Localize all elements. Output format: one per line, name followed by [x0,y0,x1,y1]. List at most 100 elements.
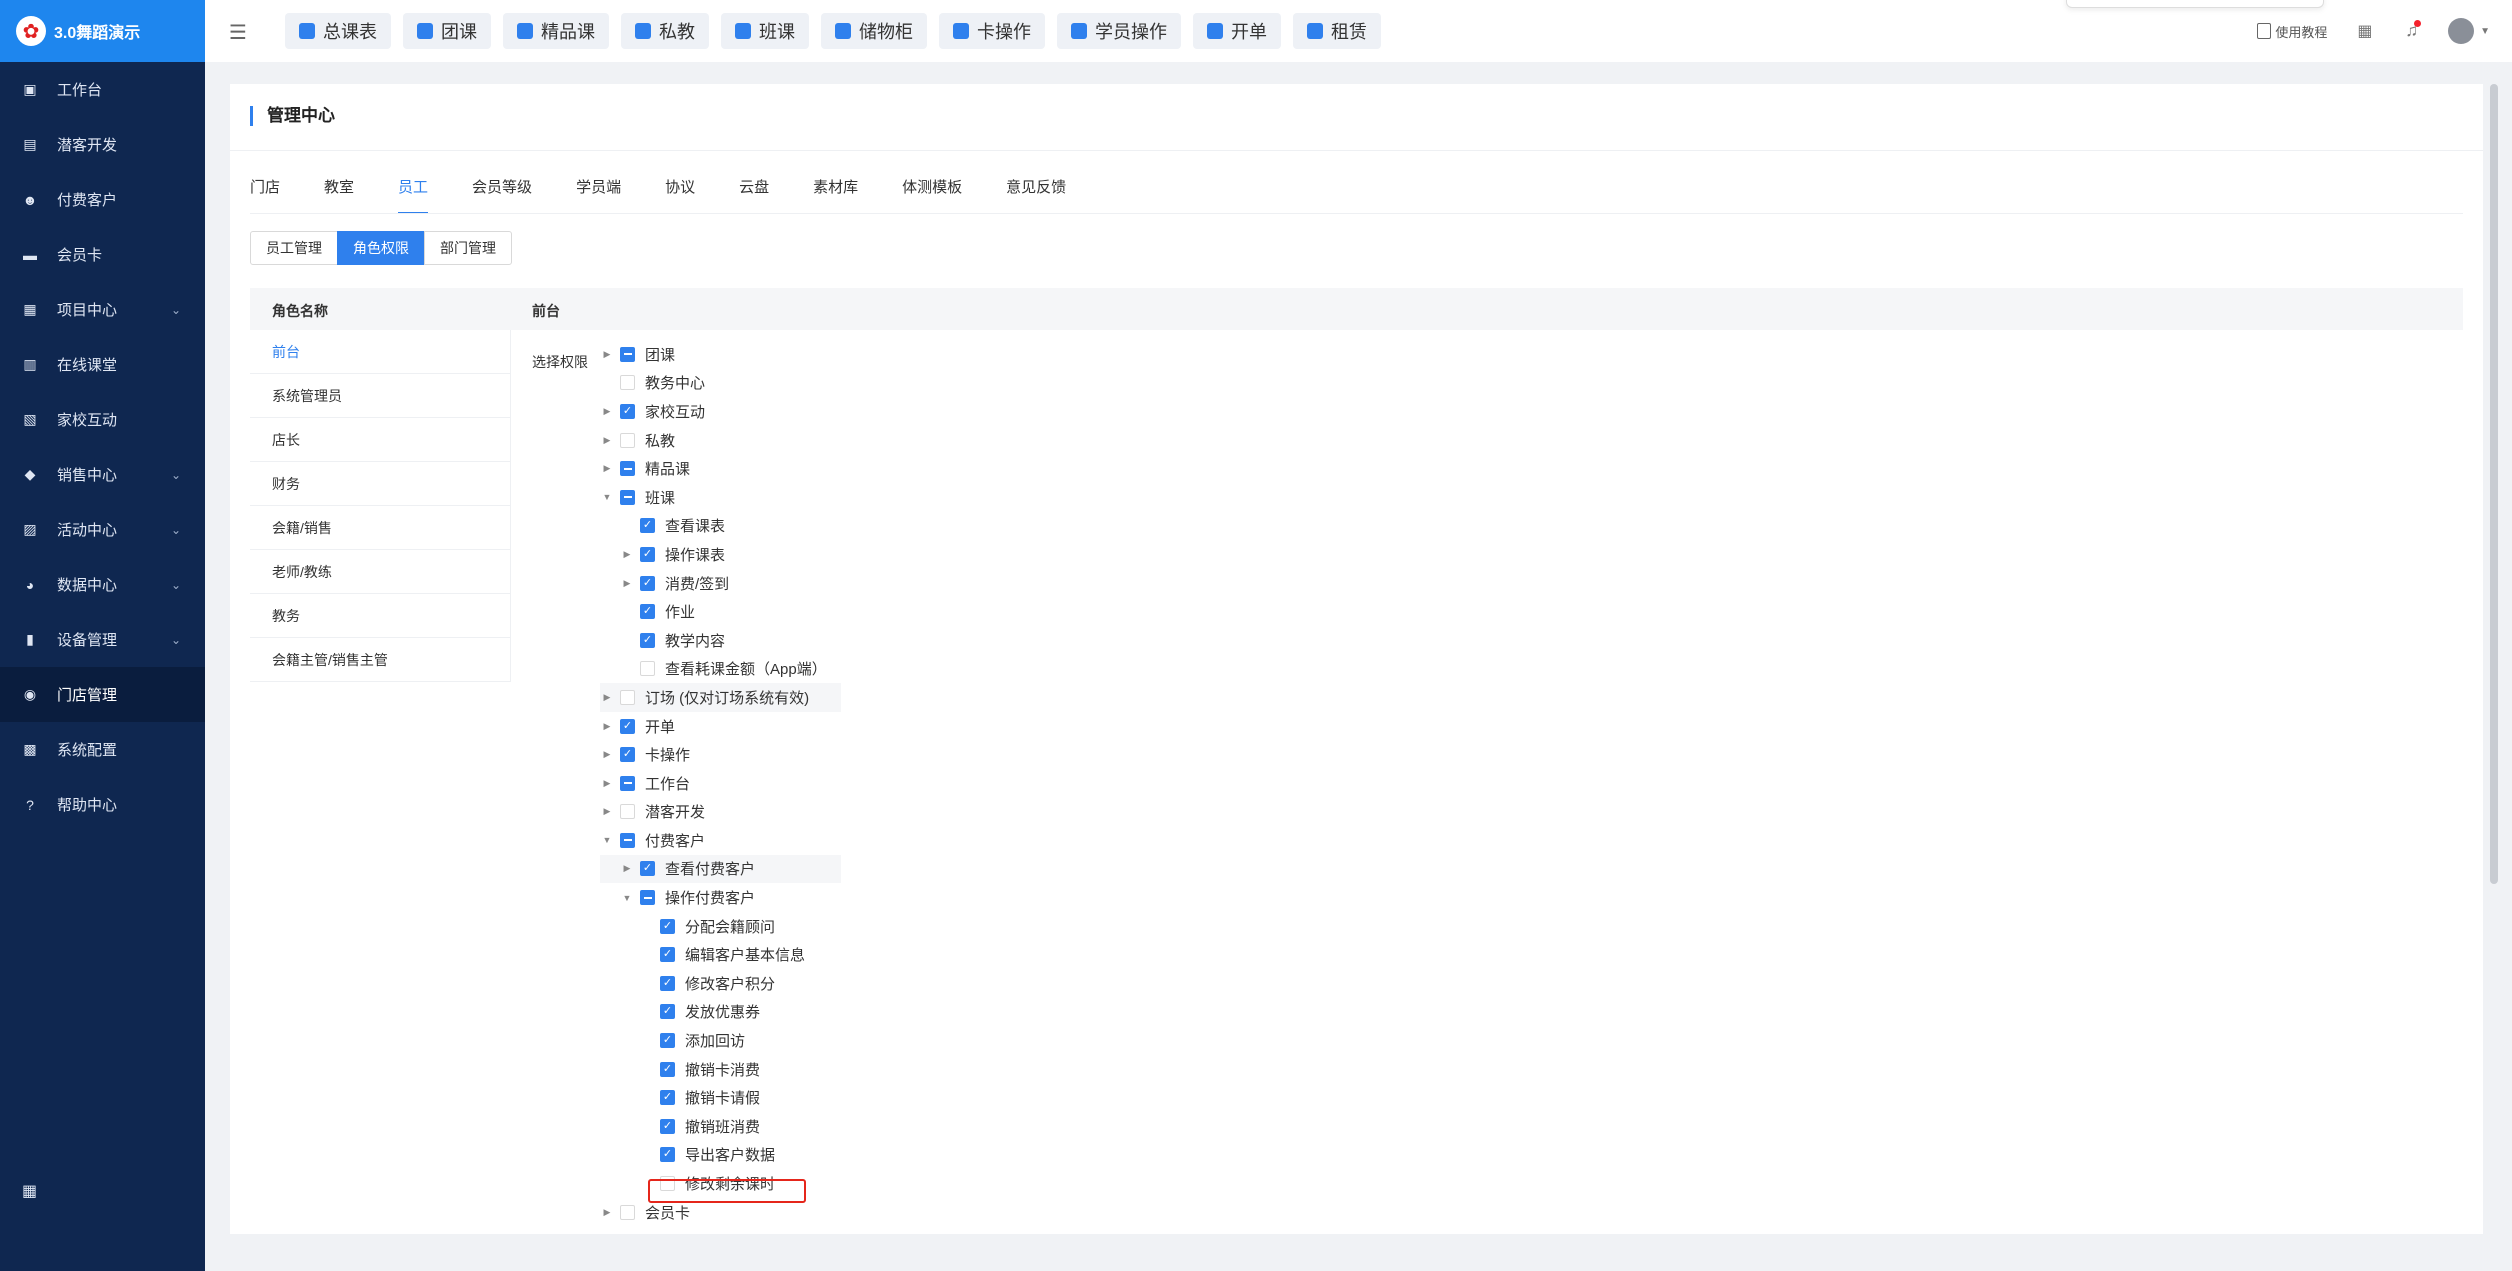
sidebar-item[interactable]: ▥ 在线课堂 [0,337,205,392]
permission-node[interactable]: ✓ 撤销班消费 [600,1112,841,1141]
caret-right-icon[interactable]: ▶ [600,1207,614,1218]
role-item[interactable]: 店长 [250,418,510,462]
permission-node[interactable]: ▶ 精品课 [600,454,841,483]
permission-node[interactable]: ✓ 编辑客户基本信息 [600,940,841,969]
caret-right-icon[interactable]: ▶ [600,806,614,817]
tab-item[interactable]: 体测模板 [902,176,962,214]
tab-item[interactable]: 素材库 [813,176,858,214]
permission-checkbox[interactable]: ✓ [660,1033,675,1049]
permission-checkbox[interactable]: ✓ [640,604,655,620]
sidebar-item[interactable]: ▧ 家校互动 [0,392,205,447]
permission-node[interactable]: ✓ 导出客户数据 [600,1141,841,1170]
sidebar-item[interactable]: ▬ 会员卡 [0,227,205,282]
caret-right-icon[interactable]: ▶ [620,578,634,589]
permission-checkbox[interactable]: ✓ [640,575,655,591]
caret-down-icon[interactable]: ▼ [620,893,634,903]
quick-action-button[interactable]: 班课 [721,13,809,49]
permission-checkbox[interactable]: ✓ [660,1118,675,1134]
tab-item[interactable]: 教室 [324,176,354,214]
role-item[interactable]: 系统管理员 [250,374,510,418]
quick-action-button[interactable]: 租赁 [1293,13,1381,49]
sidebar-item[interactable]: ▦ 项目中心 ⌄ [0,282,205,337]
tab-item[interactable]: 云盘 [739,176,769,214]
caret-right-icon[interactable]: ▶ [600,463,614,474]
quick-action-button[interactable]: 团课 [403,13,491,49]
permission-node[interactable]: ▼ 班课 [600,483,841,512]
segment-button[interactable]: 员工管理 [250,231,338,265]
bell-icon[interactable]: ♫ [2405,20,2422,41]
permission-node[interactable]: ✓ 添加回访 [600,1026,841,1055]
role-item[interactable]: 会籍/销售 [250,506,510,550]
tab-item[interactable]: 门店 [250,176,280,214]
role-item[interactable]: 财务 [250,462,510,506]
sidebar-item[interactable]: ▣ 工作台 [0,62,205,117]
permission-checkbox[interactable]: ✓ [660,1090,675,1106]
permission-checkbox[interactable]: ✓ [620,403,635,419]
permission-node[interactable]: ▶ 订场 (仅对订场系统有效) [600,683,841,712]
permission-node[interactable]: ✓ 教学内容 [600,626,841,655]
sidebar-item[interactable]: ? 帮助中心 [0,777,205,832]
caret-right-icon[interactable]: ▶ [620,549,634,560]
permission-checkbox[interactable] [640,890,655,906]
apps-icon[interactable]: ▦ [22,1181,37,1201]
caret-right-icon[interactable]: ▶ [600,721,614,732]
menu-collapse-icon[interactable]: ☰ [229,20,247,45]
tab-item[interactable]: 会员等级 [472,176,532,214]
quick-action-button[interactable]: 学员操作 [1057,13,1181,49]
tab-item[interactable]: 学员端 [576,176,621,214]
caret-right-icon[interactable]: ▶ [620,863,634,874]
quick-action-button[interactable]: 私教 [621,13,709,49]
permission-checkbox[interactable]: ✓ [660,975,675,991]
permission-checkbox[interactable] [620,804,635,820]
permission-node[interactable]: ▼ 操作付费客户 [600,883,841,912]
permission-node[interactable]: ✓ 修改客户积分 [600,969,841,998]
permission-checkbox[interactable] [620,1204,635,1220]
permission-checkbox[interactable] [620,689,635,705]
caret-down-icon[interactable]: ▼ [600,492,614,502]
permission-checkbox[interactable]: ✓ [640,546,655,562]
tutorial-link[interactable]: 使用教程 [2257,22,2327,41]
segment-button[interactable]: 部门管理 [424,231,512,265]
permission-node[interactable]: ▶ ✓ 家校互动 [600,397,841,426]
permission-checkbox[interactable] [620,489,635,505]
user-menu[interactable]: ▼ [2448,18,2490,44]
permission-node[interactable]: ✓ 发放优惠券 [600,998,841,1027]
permission-node[interactable]: ▶ ✓ 卡操作 [600,740,841,769]
page-scrollbar[interactable] [2490,84,2498,884]
caret-right-icon[interactable]: ▶ [600,749,614,760]
quick-action-button[interactable]: 总课表 [285,13,391,49]
caret-right-icon[interactable]: ▶ [600,406,614,417]
permission-node[interactable]: ▶ 潜客开发 [600,798,841,827]
permission-node[interactable]: ▶ 团课 [600,340,841,369]
role-item[interactable]: 会籍主管/销售主管 [250,638,510,682]
sidebar-item[interactable]: ▨ 活动中心 ⌄ [0,502,205,557]
permission-node[interactable]: ✓ 分配会籍顾问 [600,912,841,941]
permission-node[interactable]: 教务中心 [600,369,841,398]
qr-grid-icon[interactable]: ▦ [2357,22,2375,40]
tab-item[interactable]: 员工 [398,176,429,214]
permission-checkbox[interactable] [620,375,635,391]
permission-checkbox[interactable] [620,432,635,448]
brand[interactable]: ✿ 3.0舞蹈演示 [0,0,205,62]
permission-node[interactable]: ✓ 作业 [600,597,841,626]
caret-right-icon[interactable]: ▶ [600,435,614,446]
sidebar-item[interactable]: ◆ 销售中心 ⌄ [0,447,205,502]
quick-action-button[interactable]: 卡操作 [939,13,1045,49]
permission-node[interactable]: ▼ 付费客户 [600,826,841,855]
permission-node[interactable]: ▶ ✓ 开单 [600,712,841,741]
permission-checkbox[interactable]: ✓ [620,718,635,734]
permission-node[interactable]: ▶ ✓ 消费/签到 [600,569,841,598]
sidebar-item[interactable]: ◉ 门店管理 [0,667,205,722]
tab-item[interactable]: 意见反馈 [1006,176,1066,214]
sidebar-item[interactable]: ▤ 潜客开发 [0,117,205,172]
role-item[interactable]: 老师/教练 [250,550,510,594]
permission-checkbox[interactable]: ✓ [660,1061,675,1077]
segment-button[interactable]: 角色权限 [337,231,425,265]
permission-checkbox[interactable]: ✓ [640,518,655,534]
permission-node[interactable]: ✓ 撤销卡请假 [600,1083,841,1112]
permission-node[interactable]: ▶ 工作台 [600,769,841,798]
permission-checkbox[interactable] [620,346,635,362]
caret-right-icon[interactable]: ▶ [600,778,614,789]
permission-node[interactable]: ▶ ✓ 查看付费客户 [600,854,841,884]
quick-action-button[interactable]: 开单 [1193,13,1281,49]
